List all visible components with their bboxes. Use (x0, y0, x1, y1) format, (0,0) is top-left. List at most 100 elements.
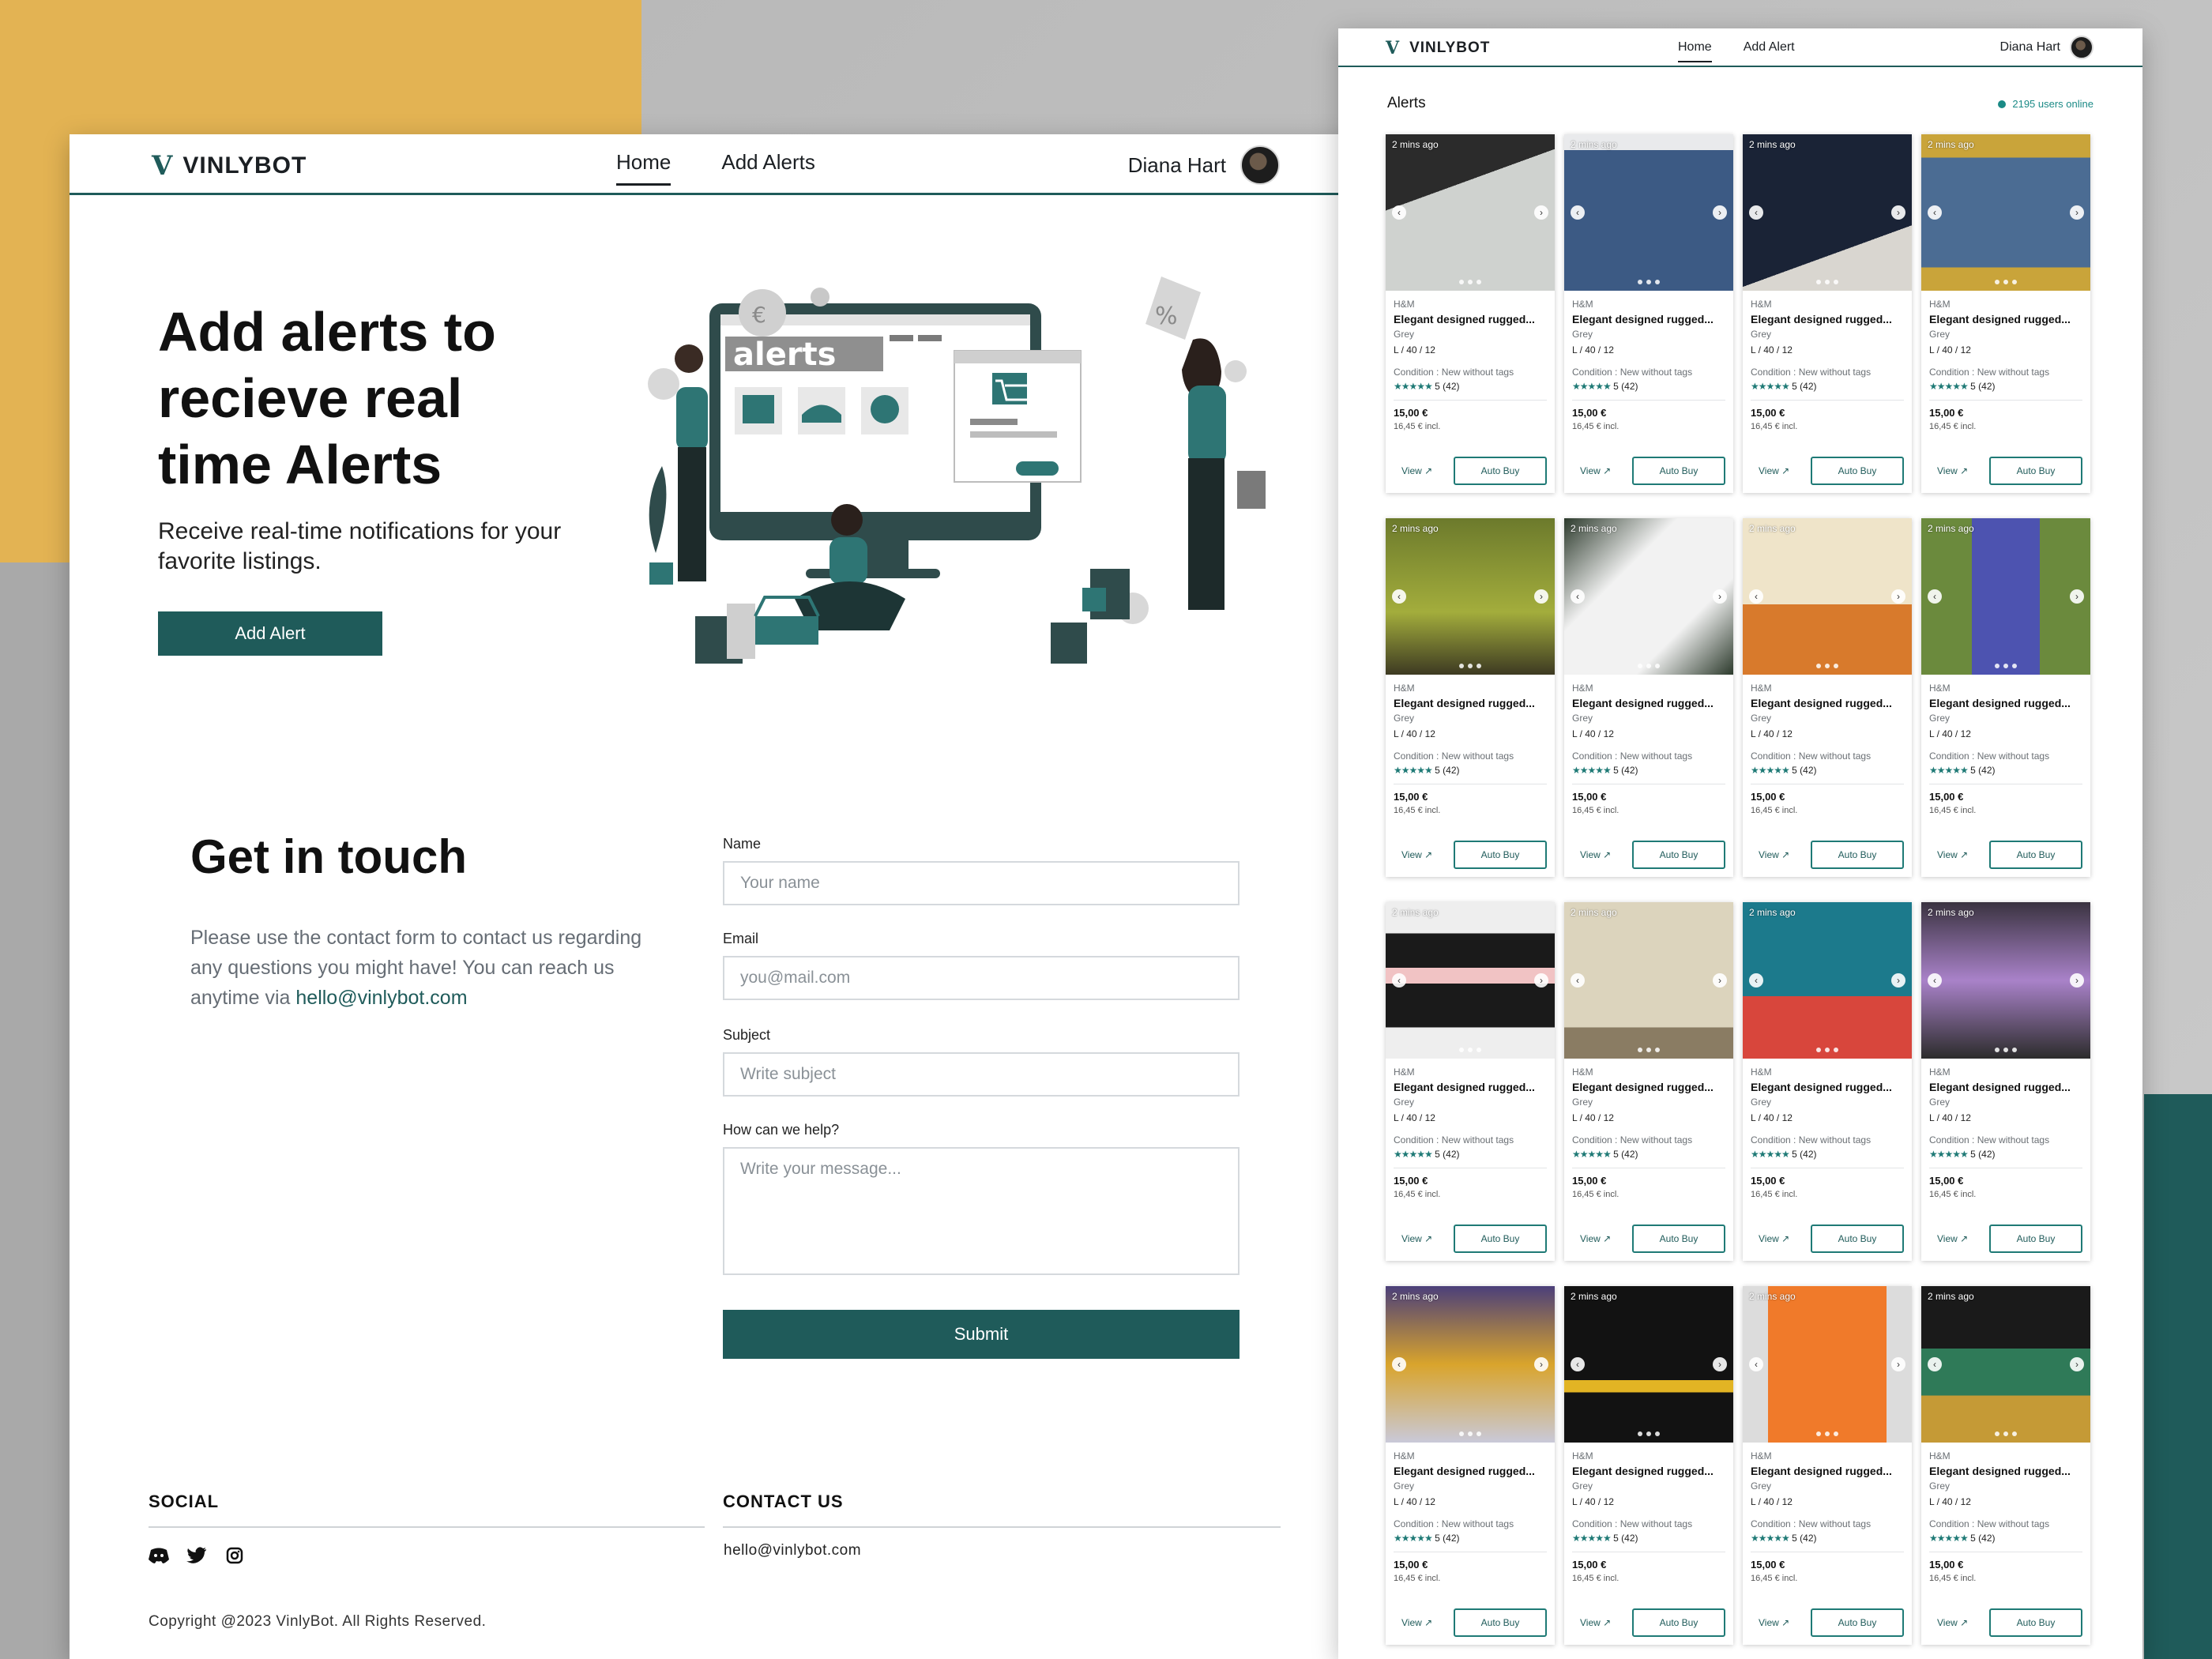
prev-image-icon[interactable]: ‹ (1749, 589, 1763, 604)
auto-buy-button[interactable]: Auto Buy (1454, 841, 1547, 869)
auto-buy-button[interactable]: Auto Buy (1632, 457, 1725, 485)
subject-input[interactable]: Write subject (723, 1052, 1240, 1097)
twitter-icon[interactable] (186, 1545, 207, 1566)
alert-card-book-the-foot-book[interactable]: 2 mins ago ‹ › H&M Elegant designed rugg… (1743, 902, 1912, 1261)
alert-card-nightstand[interactable]: 2 mins ago ‹ › H&M Elegant designed rugg… (1564, 902, 1733, 1261)
prev-image-icon[interactable]: ‹ (1571, 1357, 1585, 1371)
listing-image[interactable]: 2 mins ago ‹ › (1921, 1286, 2090, 1443)
avatar[interactable] (1240, 145, 1280, 185)
view-link[interactable]: View ↗ (1929, 1617, 1968, 1628)
prev-image-icon[interactable]: ‹ (1392, 589, 1406, 604)
prev-image-icon[interactable]: ‹ (1392, 973, 1406, 988)
listing-image[interactable]: 2 mins ago ‹ › (1743, 902, 1912, 1059)
listing-image[interactable]: 2 mins ago ‹ › (1921, 518, 2090, 675)
next-image-icon[interactable]: › (1891, 1357, 1905, 1371)
prev-image-icon[interactable]: ‹ (1571, 589, 1585, 604)
view-link[interactable]: View ↗ (1751, 1233, 1789, 1244)
email-input[interactable]: you@mail.com (723, 956, 1240, 1000)
alert-card-toy-cat[interactable]: 2 mins ago ‹ › H&M Elegant designed rugg… (1921, 902, 2090, 1261)
alert-card-john-deere-cap[interactable]: 2 mins ago ‹ › H&M Elegant designed rugg… (1386, 518, 1555, 877)
alert-card-phone-case[interactable]: 2 mins ago ‹ › H&M Elegant designed rugg… (1743, 1286, 1912, 1645)
prev-image-icon[interactable]: ‹ (1749, 205, 1763, 220)
view-link[interactable]: View ↗ (1929, 849, 1968, 860)
alert-card-pendant-necklace[interactable]: 2 mins ago ‹ › H&M Elegant designed rugg… (1921, 1286, 2090, 1645)
listing-image[interactable]: 2 mins ago ‹ › (1921, 902, 2090, 1059)
next-image-icon[interactable]: › (1713, 973, 1727, 988)
view-link[interactable]: View ↗ (1394, 1233, 1432, 1244)
nav-add-alert[interactable]: Add Alert (1744, 40, 1795, 55)
alert-card-water-bottle[interactable]: 2 mins ago ‹ › H&M Elegant designed rugg… (1921, 518, 2090, 877)
auto-buy-button[interactable]: Auto Buy (1454, 1608, 1547, 1637)
listing-image[interactable]: 2 mins ago ‹ › (1921, 134, 2090, 291)
auto-buy-button[interactable]: Auto Buy (1811, 841, 1904, 869)
listing-image[interactable]: 2 mins ago ‹ › (1386, 902, 1555, 1059)
next-image-icon[interactable]: › (2070, 589, 2084, 604)
nav-add-alerts[interactable]: Add Alerts (721, 150, 815, 175)
view-link[interactable]: View ↗ (1394, 849, 1432, 860)
view-link[interactable]: View ↗ (1572, 465, 1611, 476)
alert-card-sneakers[interactable]: 2 mins ago ‹ › H&M Elegant designed rugg… (1386, 134, 1555, 493)
listing-image[interactable]: 2 mins ago ‹ › (1743, 518, 1912, 675)
contact-email-link[interactable]: hello@vinlybot.com (295, 987, 467, 1009)
view-link[interactable]: View ↗ (1929, 465, 1968, 476)
alert-card-striped-sweater[interactable]: 2 mins ago ‹ › H&M Elegant designed rugg… (1386, 902, 1555, 1261)
alert-card-dark-jeans[interactable]: 2 mins ago ‹ › H&M Elegant designed rugg… (1743, 134, 1912, 493)
listing-image[interactable]: 2 mins ago ‹ › (1386, 1286, 1555, 1443)
listing-image[interactable]: 2 mins ago ‹ › (1743, 134, 1912, 291)
discord-icon[interactable] (149, 1545, 169, 1566)
prev-image-icon[interactable]: ‹ (1749, 973, 1763, 988)
next-image-icon[interactable]: › (1534, 205, 1548, 220)
next-image-icon[interactable]: › (1891, 205, 1905, 220)
next-image-icon[interactable]: › (1891, 973, 1905, 988)
view-link[interactable]: View ↗ (1751, 465, 1789, 476)
add-alert-button[interactable]: Add Alert (158, 611, 382, 656)
prev-image-icon[interactable]: ‹ (1571, 973, 1585, 988)
next-image-icon[interactable]: › (2070, 973, 2084, 988)
alert-card-football-jersey[interactable]: 2 mins ago ‹ › H&M Elegant designed rugg… (1564, 1286, 1733, 1645)
listing-image[interactable]: 2 mins ago ‹ › (1564, 134, 1733, 291)
next-image-icon[interactable]: › (1713, 1357, 1727, 1371)
name-input[interactable]: Your name (723, 861, 1240, 905)
avatar[interactable] (2070, 36, 2094, 59)
alert-card-sneakers-yellow[interactable]: 2 mins ago ‹ › H&M Elegant designed rugg… (1386, 1286, 1555, 1645)
submit-button[interactable]: Submit (723, 1310, 1240, 1359)
nav-home[interactable]: Home (1678, 40, 1712, 62)
alert-card-blue-jeans[interactable]: 2 mins ago ‹ › H&M Elegant designed rugg… (1921, 134, 2090, 493)
auto-buy-button[interactable]: Auto Buy (1454, 1224, 1547, 1253)
auto-buy-button[interactable]: Auto Buy (1454, 457, 1547, 485)
user-menu[interactable]: Diana Hart (1128, 145, 1280, 185)
alert-card-book-judy-moody[interactable]: 2 mins ago ‹ › H&M Elegant designed rugg… (1743, 518, 1912, 877)
auto-buy-button[interactable]: Auto Buy (1632, 841, 1725, 869)
alert-card-airpods[interactable]: 2 mins ago ‹ › H&M Elegant designed rugg… (1564, 518, 1733, 877)
footer-contact-email[interactable]: hello@vinlybot.com (724, 1542, 861, 1559)
listing-image[interactable]: 2 mins ago ‹ › (1743, 1286, 1912, 1443)
auto-buy-button[interactable]: Auto Buy (1989, 1608, 2082, 1637)
view-link[interactable]: View ↗ (1929, 1233, 1968, 1244)
listing-image[interactable]: 2 mins ago ‹ › (1386, 518, 1555, 675)
listing-image[interactable]: 2 mins ago ‹ › (1564, 1286, 1733, 1443)
user-menu[interactable]: Diana Hart (2000, 36, 2094, 59)
message-textarea[interactable]: Write your message... (723, 1147, 1240, 1275)
auto-buy-button[interactable]: Auto Buy (1989, 457, 2082, 485)
view-link[interactable]: View ↗ (1394, 465, 1432, 476)
prev-image-icon[interactable]: ‹ (1928, 973, 1942, 988)
auto-buy-button[interactable]: Auto Buy (1811, 1224, 1904, 1253)
view-link[interactable]: View ↗ (1394, 1617, 1432, 1628)
auto-buy-button[interactable]: Auto Buy (1632, 1608, 1725, 1637)
next-image-icon[interactable]: › (2070, 205, 2084, 220)
prev-image-icon[interactable]: ‹ (1928, 589, 1942, 604)
view-link[interactable]: View ↗ (1751, 1617, 1789, 1628)
auto-buy-button[interactable]: Auto Buy (1989, 1224, 2082, 1253)
view-link[interactable]: View ↗ (1751, 849, 1789, 860)
logo[interactable]: V VINLYBOT (152, 150, 307, 182)
listing-image[interactable]: 2 mins ago ‹ › (1386, 134, 1555, 291)
listing-image[interactable]: 2 mins ago ‹ › (1564, 902, 1733, 1059)
prev-image-icon[interactable]: ‹ (1749, 1357, 1763, 1371)
auto-buy-button[interactable]: Auto Buy (1632, 1224, 1725, 1253)
prev-image-icon[interactable]: ‹ (1928, 1357, 1942, 1371)
view-link[interactable]: View ↗ (1572, 849, 1611, 860)
auto-buy-button[interactable]: Auto Buy (1989, 841, 2082, 869)
view-link[interactable]: View ↗ (1572, 1233, 1611, 1244)
alert-card-ripped-jeans[interactable]: 2 mins ago ‹ › H&M Elegant designed rugg… (1564, 134, 1733, 493)
next-image-icon[interactable]: › (1534, 973, 1548, 988)
